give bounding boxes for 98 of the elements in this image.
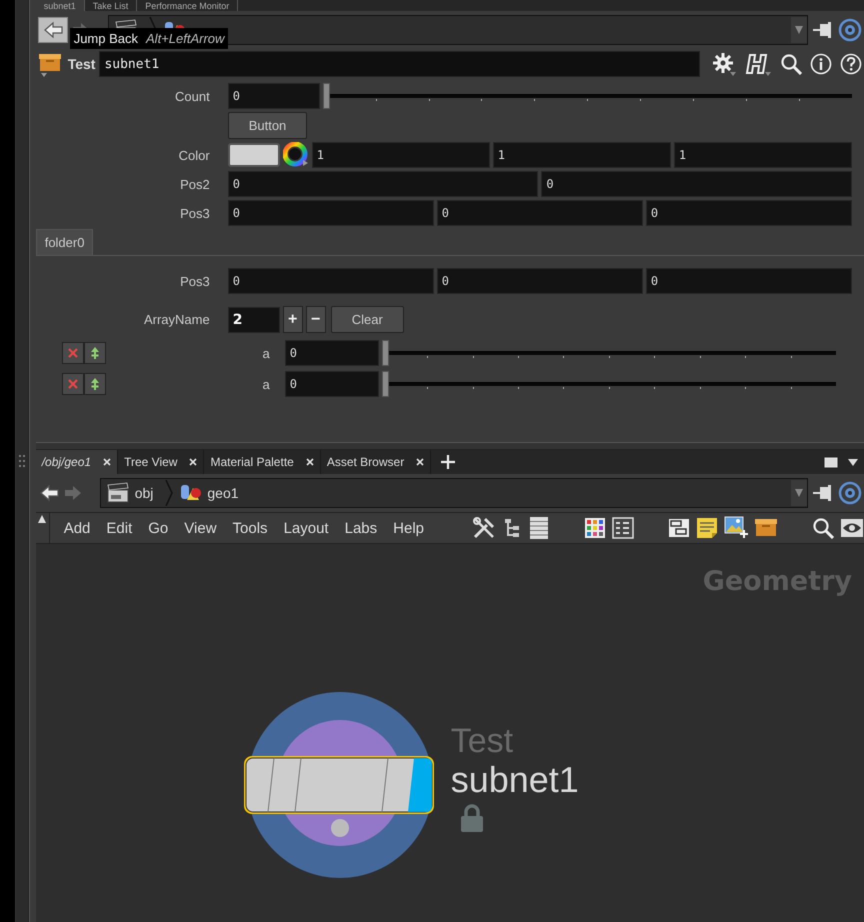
clear-button[interactable]: Clear bbox=[330, 306, 404, 333]
menu-item[interactable]: Help bbox=[385, 520, 432, 536]
close-icon[interactable] bbox=[306, 458, 314, 466]
menu-item[interactable]: Edit bbox=[98, 520, 140, 536]
tab[interactable]: /obj/geo1 bbox=[36, 450, 118, 474]
parameter-label: Count bbox=[174, 88, 210, 104]
tab[interactable]: Performance Monitor bbox=[137, 0, 238, 11]
remove-instance-button[interactable] bbox=[62, 373, 84, 395]
pin-icon[interactable] bbox=[812, 19, 834, 41]
parameter-label: Pos3 bbox=[179, 206, 210, 220]
node-name-field[interactable]: subnet1 bbox=[99, 51, 700, 77]
parameter-label: Color bbox=[178, 148, 210, 162]
parameter-label: ArrayName bbox=[142, 312, 210, 327]
network-box-icon[interactable] bbox=[668, 517, 690, 539]
number-field[interactable]: 0 bbox=[646, 268, 852, 294]
tab[interactable]: Take List bbox=[84, 0, 138, 11]
dropdown-arrow-icon[interactable] bbox=[848, 458, 858, 466]
number-field[interactable]: 0 bbox=[228, 268, 434, 294]
close-icon[interactable] bbox=[103, 458, 112, 466]
h-logo-icon[interactable] bbox=[745, 52, 772, 76]
tooltip-text: Jump Back bbox=[74, 31, 138, 46]
parameter-label: a bbox=[261, 346, 270, 360]
target-icon[interactable] bbox=[838, 481, 862, 505]
insert-instance-button[interactable] bbox=[84, 342, 106, 364]
number-field[interactable]: 0 bbox=[541, 171, 852, 197]
number-field[interactable]: 0 bbox=[228, 200, 434, 226]
pin-icon[interactable] bbox=[812, 482, 834, 504]
cross-icon bbox=[66, 346, 80, 360]
shortcut-text: Alt+LeftArrow bbox=[146, 31, 224, 46]
color-grid-icon[interactable] bbox=[584, 517, 606, 539]
number-field[interactable]: 0 bbox=[284, 371, 379, 397]
color-wheel-icon[interactable] bbox=[282, 142, 309, 168]
path-segment[interactable]: obj bbox=[134, 485, 154, 501]
node-name-label: subnet1 bbox=[450, 760, 579, 800]
parameter-label: Pos2 bbox=[179, 176, 210, 192]
parameter-label: a bbox=[261, 376, 270, 392]
insert-instance-button[interactable] bbox=[84, 373, 106, 395]
tools-icon[interactable] bbox=[472, 516, 496, 540]
parameter-label: Pos3 bbox=[179, 274, 210, 288]
menu-item[interactable]: View bbox=[176, 520, 225, 536]
count-field[interactable]: 2 bbox=[228, 306, 280, 332]
color-swatch[interactable] bbox=[228, 143, 280, 167]
number-field[interactable]: 0 bbox=[436, 200, 643, 226]
slider-handle[interactable] bbox=[322, 83, 330, 109]
number-field[interactable]: 1 bbox=[674, 142, 852, 168]
number-field[interactable]: 1 bbox=[492, 142, 671, 168]
cross-icon bbox=[66, 377, 80, 391]
gear-icon[interactable] bbox=[712, 52, 737, 76]
node-type-label: Test bbox=[68, 56, 96, 72]
plus-icon[interactable] bbox=[441, 455, 456, 469]
path-bar[interactable] bbox=[108, 15, 808, 45]
target-icon[interactable] bbox=[838, 18, 862, 42]
image-icon[interactable] bbox=[724, 516, 748, 540]
number-field[interactable]: 0 bbox=[228, 171, 538, 197]
search-icon[interactable] bbox=[812, 517, 834, 539]
list-icon[interactable] bbox=[528, 516, 550, 540]
number-field[interactable]: 0 bbox=[284, 340, 379, 366]
add-button[interactable]: + bbox=[282, 306, 303, 333]
remove-instance-button[interactable] bbox=[62, 342, 84, 364]
slider-handle[interactable] bbox=[382, 340, 389, 366]
close-icon[interactable] bbox=[189, 458, 198, 466]
menu-item[interactable]: Add bbox=[56, 520, 98, 536]
slider-handle[interactable] bbox=[382, 371, 389, 397]
number-field[interactable]: 0 bbox=[436, 268, 643, 294]
chevron-icon bbox=[165, 480, 174, 506]
back-arrow-icon bbox=[42, 19, 64, 41]
tree-icon[interactable] bbox=[502, 517, 522, 539]
menu-item[interactable]: Layout bbox=[276, 520, 337, 536]
menu-item[interactable]: Labs bbox=[336, 520, 386, 536]
path-bar[interactable]: obj geo1 bbox=[100, 478, 808, 508]
info-icon[interactable] bbox=[810, 53, 832, 75]
clapperboard-icon bbox=[106, 482, 129, 504]
box-icon[interactable] bbox=[38, 51, 64, 77]
slider-track[interactable] bbox=[382, 371, 836, 397]
slider-track[interactable] bbox=[322, 83, 852, 109]
node-type-label: Test bbox=[450, 722, 514, 760]
number-field[interactable]: 0 bbox=[646, 200, 852, 226]
number-field[interactable]: 1 bbox=[312, 142, 490, 168]
back-arrow-icon[interactable] bbox=[38, 482, 60, 504]
sticky-note-icon[interactable] bbox=[696, 517, 718, 539]
back-button[interactable] bbox=[38, 17, 68, 43]
button[interactable]: Button bbox=[228, 112, 308, 139]
eye-icon[interactable] bbox=[840, 517, 864, 539]
number-field[interactable]: 0 bbox=[228, 83, 320, 109]
path-segment[interactable]: geo1 bbox=[207, 485, 239, 501]
menu-item[interactable]: Go bbox=[140, 520, 176, 536]
search-icon[interactable] bbox=[780, 53, 802, 75]
close-icon[interactable] bbox=[416, 458, 424, 466]
window-icon[interactable] bbox=[824, 456, 838, 468]
menu-item[interactable]: Tools bbox=[224, 520, 276, 536]
parameters-icon[interactable] bbox=[612, 517, 634, 539]
grip-icon bbox=[18, 455, 25, 467]
remove-button[interactable]: − bbox=[306, 306, 326, 333]
slider-track[interactable] bbox=[382, 340, 836, 366]
up-arrow-icon[interactable] bbox=[38, 515, 46, 523]
tab[interactable]: subnet1 bbox=[36, 0, 85, 11]
help-icon[interactable] bbox=[840, 53, 862, 75]
folder-tab[interactable]: folder0 bbox=[36, 229, 94, 255]
